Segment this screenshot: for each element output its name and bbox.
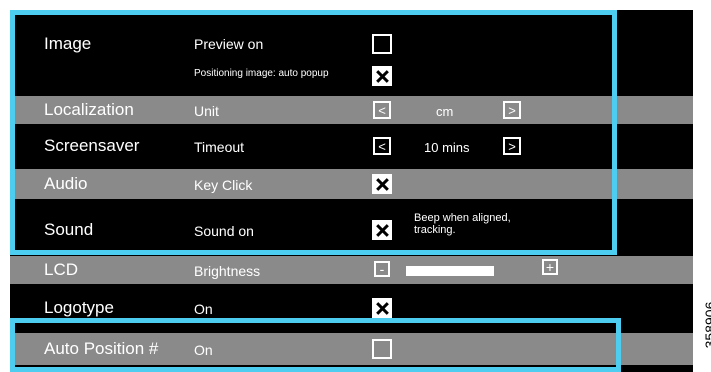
highlight-box-bottom xyxy=(10,318,621,372)
brightness-label: Brightness xyxy=(194,263,261,279)
brightness-decrease-button[interactable]: - xyxy=(374,261,390,277)
logotype-checkbox[interactable] xyxy=(372,298,392,318)
row-lcd: LCD Brightness - + xyxy=(10,256,693,284)
brightness-increase-button[interactable]: + xyxy=(542,259,558,275)
highlight-box-top xyxy=(10,10,617,255)
logotype-on-label: On xyxy=(194,301,213,317)
category-lcd: LCD xyxy=(44,260,79,279)
brightness-slider[interactable] xyxy=(406,266,494,276)
category-logotype: Logotype xyxy=(44,298,114,317)
figure-code: 358906 xyxy=(702,301,711,349)
